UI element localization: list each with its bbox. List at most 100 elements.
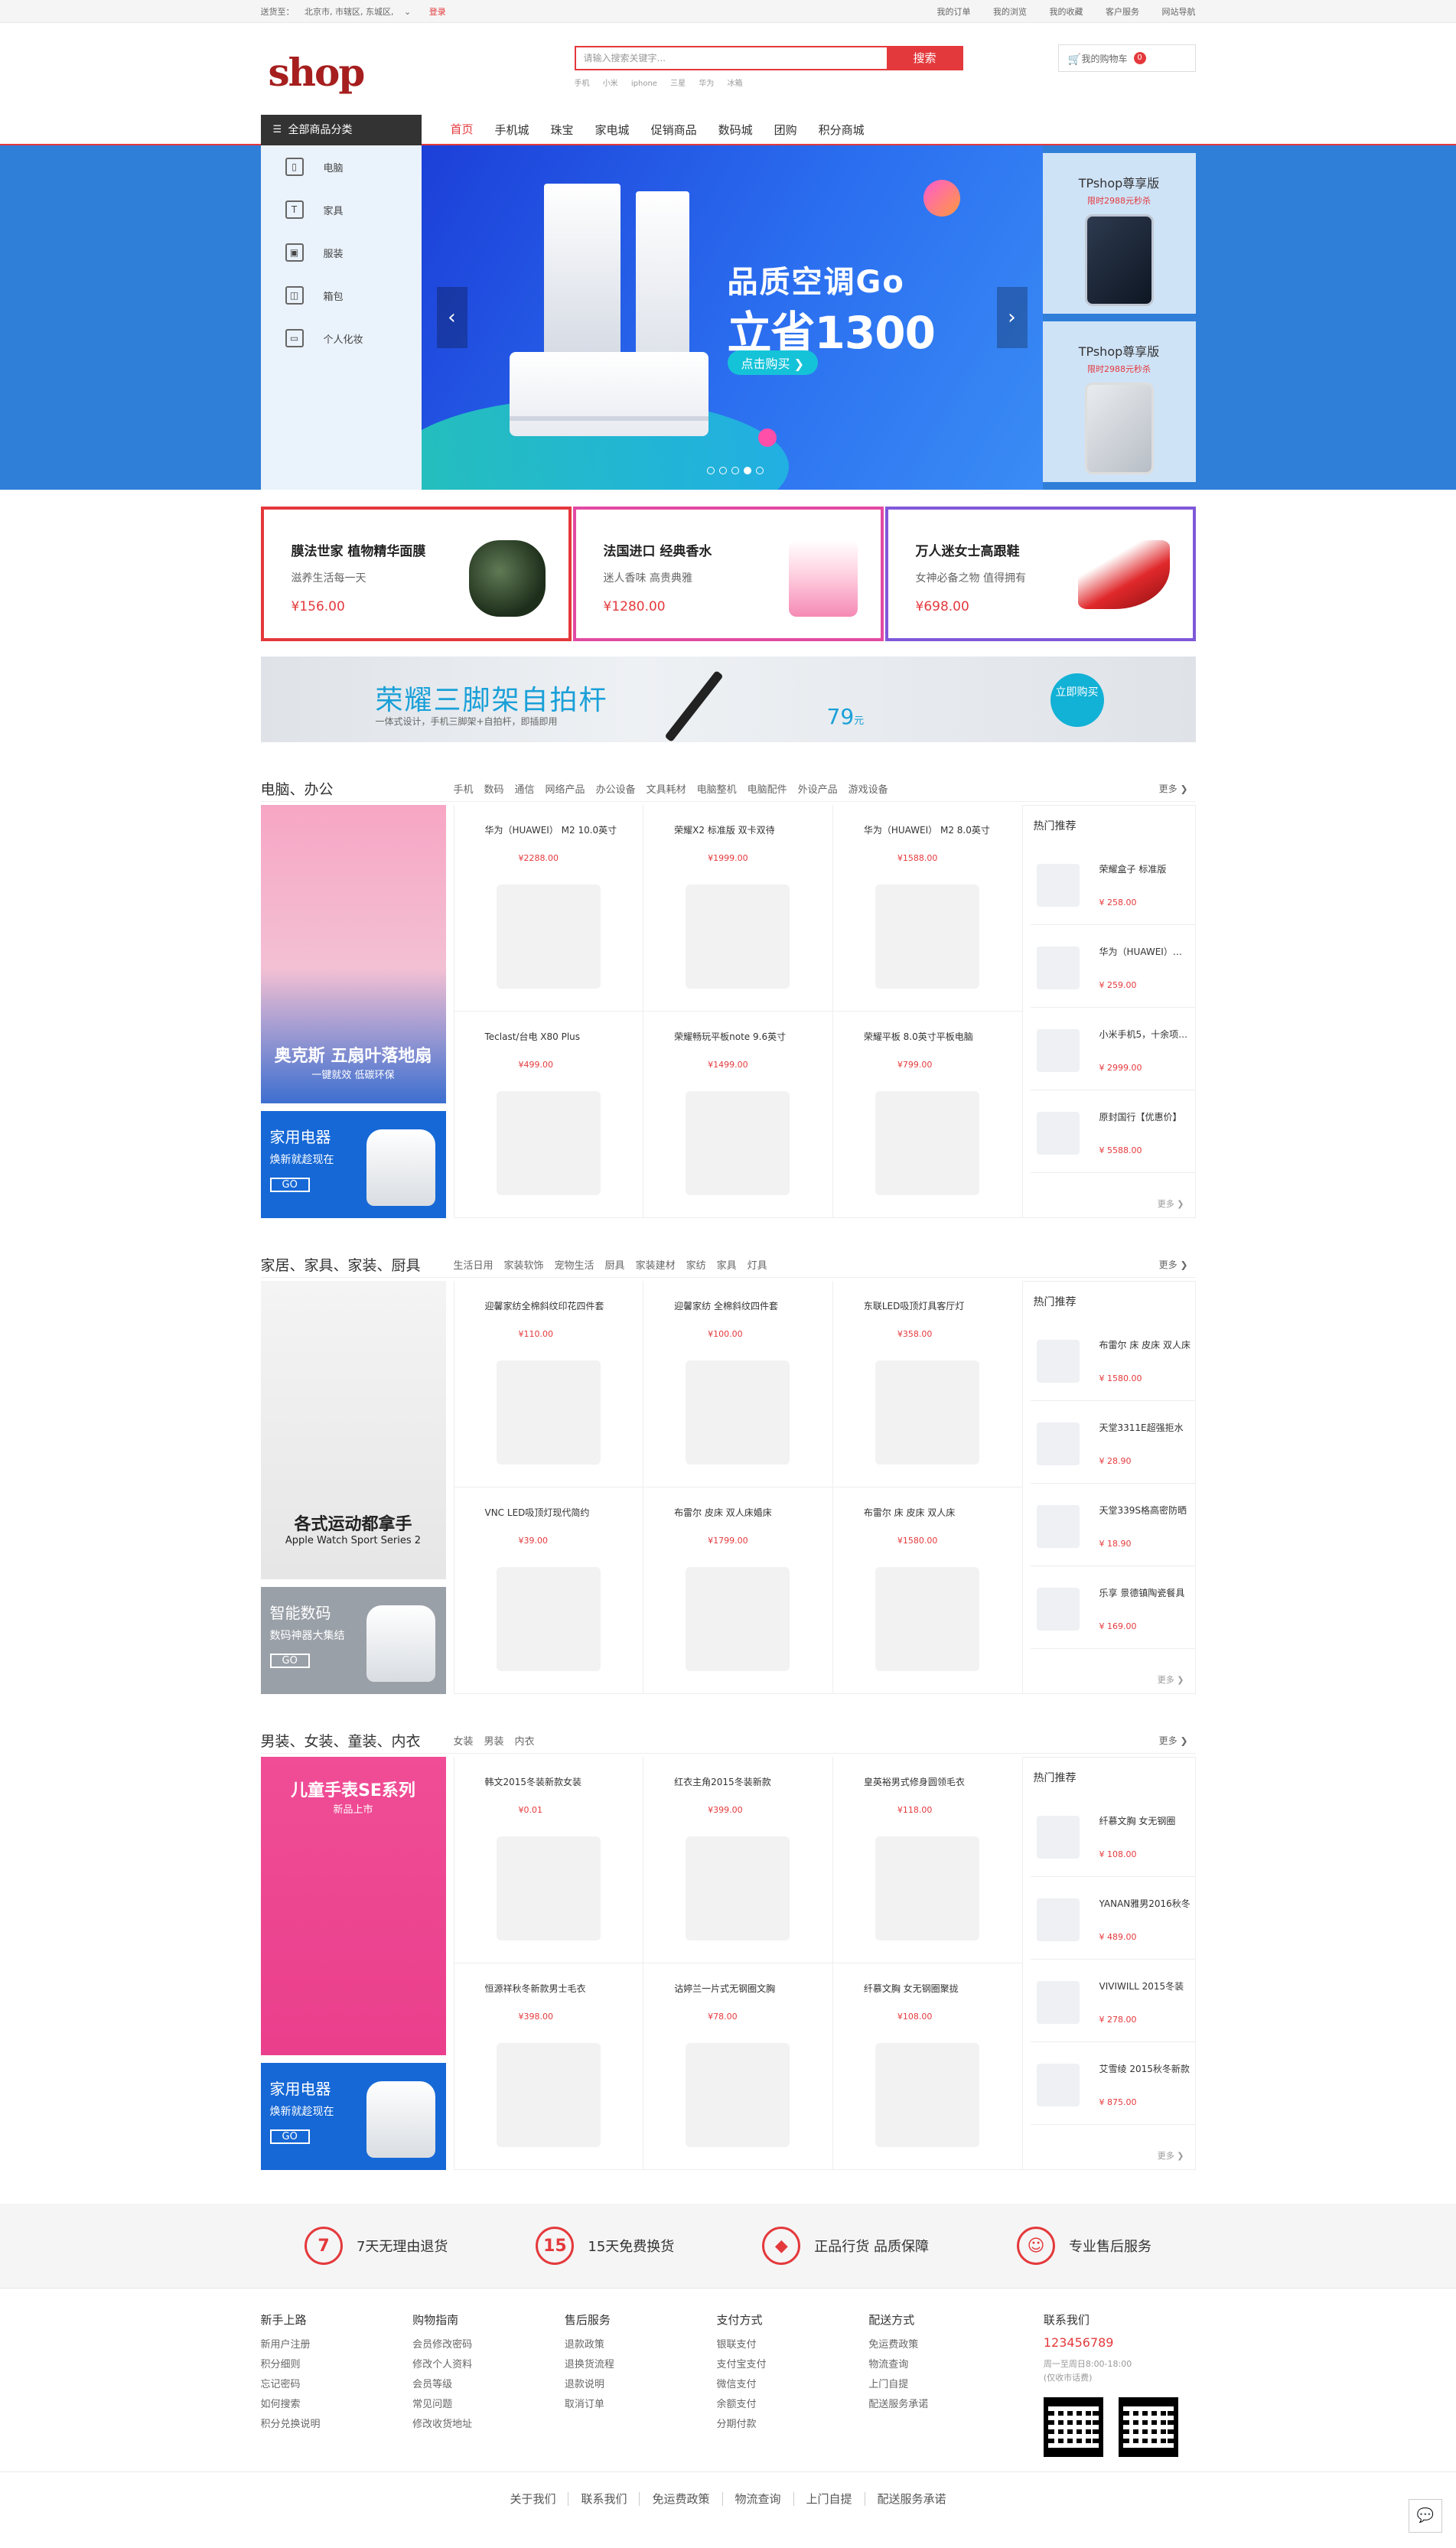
product-card[interactable]: 华为（HUAWEI） M2 10.0英寸 ¥2288.00 <box>454 805 644 1012</box>
sidebar-item-computers[interactable]: ▯ 电脑 <box>261 145 422 188</box>
floor-tab[interactable]: 男装 <box>484 1736 504 1748</box>
footer-link[interactable]: 退款说明 <box>565 2375 717 2395</box>
bottom-link[interactable]: 关于我们 <box>497 2492 569 2506</box>
go-button[interactable]: GO <box>269 1178 310 1192</box>
nav-home[interactable]: 首页 <box>439 115 484 145</box>
site-nav-link[interactable]: 网站导航 <box>1162 7 1196 17</box>
footer-link[interactable]: 配送服务承诺 <box>868 2395 1021 2415</box>
floor-more-link[interactable]: 更多 ❯ <box>1159 1734 1196 1747</box>
product-card[interactable]: 迎馨家纺全棉斜纹印花四件套 ¥110.00 <box>454 1281 644 1487</box>
cart-button[interactable]: 🛒 我的购物车 0 <box>1057 44 1196 72</box>
bottom-link[interactable]: 物流查询 <box>722 2492 794 2506</box>
hot-word[interactable]: 手机 <box>575 80 590 88</box>
floor-feature-ad[interactable]: 儿童手表SE系列 新品上市 <box>260 1757 446 2055</box>
floor-tab[interactable]: 生活日用 <box>454 1260 493 1272</box>
sidebar-item-clothing[interactable]: ▣ 服装 <box>261 231 422 274</box>
product-card[interactable]: 韩文2015冬装新款女装 ¥0.01 <box>454 1757 644 1963</box>
search-input[interactable]: 请输入搜索关键字... <box>574 46 887 70</box>
floor-feature-ad[interactable]: 各式运动都拿手 Apple Watch Sport Series 2 <box>260 1281 446 1579</box>
hot-item[interactable]: 荣耀盒子 标准版 ¥ 258.00 <box>1030 842 1195 925</box>
floor-tab[interactable]: 数码 <box>484 784 504 796</box>
footer-link[interactable]: 修改收货地址 <box>412 2415 565 2435</box>
hot-item[interactable]: VIVIWILL 2015冬装 ¥ 278.00 <box>1030 1960 1195 2042</box>
product-card[interactable]: Teclast/台电 X80 Plus ¥499.00 <box>454 1012 644 1218</box>
my-favorites-link[interactable]: 我的收藏 <box>1050 7 1083 17</box>
footer-link[interactable]: 银联支付 <box>717 2335 869 2355</box>
floor-more-link[interactable]: 更多 ❯ <box>1159 782 1196 795</box>
floor-tab[interactable]: 家具 <box>717 1260 737 1272</box>
slide-dot[interactable] <box>755 467 764 474</box>
slide-dot[interactable] <box>731 467 739 474</box>
product-card[interactable]: 荣耀平板 8.0英寸平板电脑 ¥799.00 <box>832 1012 1023 1218</box>
hot-item[interactable]: 华为（HUAWEI）路由器 ¥ 259.00 <box>1030 925 1195 1008</box>
floor-tab[interactable]: 家装软饰 <box>504 1260 544 1272</box>
floor-tab[interactable]: 女装 <box>454 1736 474 1748</box>
footer-link[interactable]: 退款政策 <box>565 2335 717 2355</box>
product-card[interactable]: 华为（HUAWEI） M2 8.0英寸 ¥1588.00 <box>832 805 1023 1012</box>
floor-tab[interactable]: 外设产品 <box>798 784 838 796</box>
hot-word[interactable]: 三星 <box>670 80 686 88</box>
footer-link[interactable]: 分期付款 <box>717 2415 869 2435</box>
nav-digital-city[interactable]: 数码城 <box>708 115 764 145</box>
footer-link[interactable]: 新用户注册 <box>261 2335 413 2355</box>
product-card[interactable]: 迎馨家纺 全棉斜纹四件套 ¥100.00 <box>643 1281 833 1487</box>
product-card[interactable]: 诂婷兰一片式无钢圈文胸 ¥78.00 <box>643 1963 833 2170</box>
product-card[interactable]: 恒源祥秋冬新款男士毛衣 ¥398.00 <box>454 1963 644 2170</box>
floor-tab[interactable]: 手机 <box>454 784 474 796</box>
hot-item[interactable]: YANAN雅男2016秋冬 ¥ 489.00 <box>1030 1877 1195 1960</box>
product-card[interactable]: 纤慕文胸 女无钢圈聚拢 ¥108.00 <box>832 1963 1023 2170</box>
slide-cta-button[interactable]: 点击购买 ❯ <box>727 350 818 375</box>
footer-link[interactable]: 积分细则 <box>261 2355 413 2375</box>
floor-tab[interactable]: 家装建材 <box>636 1260 676 1272</box>
footer-link[interactable]: 余额支付 <box>717 2395 869 2415</box>
nav-appliance-city[interactable]: 家电城 <box>585 115 640 145</box>
selfie-stick-ad[interactable]: 荣耀三脚架自拍杆 一体式设计，手机三脚架+自拍杆，即插即用 79元 立即购买 <box>260 657 1196 743</box>
hot-more-link[interactable]: 更多 ❯ <box>1158 1673 1184 1686</box>
nav-group-buy[interactable]: 团购 <box>764 115 808 145</box>
shop-logo[interactable]: shop <box>269 54 366 92</box>
chat-icon[interactable]: 💬 <box>1409 2499 1442 2533</box>
hot-word[interactable]: 冰箱 <box>728 80 743 88</box>
hot-item[interactable]: 天堂339S格高密防晒 ¥ 18.90 <box>1030 1484 1195 1566</box>
footer-link[interactable]: 免运费政策 <box>868 2335 1021 2355</box>
floor-small-ad[interactable]: 家用电器 焕新就趁现在 GO <box>260 2063 446 2170</box>
nav-jewelry[interactable]: 珠宝 <box>540 115 585 145</box>
search-button[interactable]: 搜索 <box>886 46 963 70</box>
footer-link[interactable]: 忘记密码 <box>261 2375 413 2395</box>
product-card[interactable]: VNC LED吸顶灯现代简约 ¥39.00 <box>454 1487 644 1694</box>
slide-dot[interactable] <box>706 467 715 474</box>
hot-item[interactable]: 原封国行【优惠价】 ¥ 5588.00 <box>1030 1090 1195 1173</box>
product-card[interactable]: 皇英裕男式修身圆领毛衣 ¥118.00 <box>832 1757 1023 1963</box>
hot-word[interactable]: iphone <box>631 80 657 88</box>
footer-link[interactable]: 物流查询 <box>868 2355 1021 2375</box>
floor-tab[interactable]: 网络产品 <box>546 784 585 796</box>
floor-tab[interactable]: 通信 <box>515 784 535 796</box>
hot-item[interactable]: 艾雪绫 2015秋冬新款 ¥ 875.00 <box>1030 2042 1195 2125</box>
go-button[interactable]: GO <box>269 2129 310 2144</box>
bottom-link[interactable]: 联系我们 <box>568 2492 640 2506</box>
all-categories-button[interactable]: 全部商品分类 <box>260 115 422 145</box>
nav-phone-city[interactable]: 手机城 <box>484 115 540 145</box>
product-card[interactable]: 布雷尔 床 皮床 双人床 ¥1580.00 <box>832 1487 1023 1694</box>
floor-tab[interactable]: 灯具 <box>748 1260 767 1272</box>
bottom-link[interactable]: 上门自提 <box>793 2492 865 2506</box>
hot-item[interactable]: 纤慕文胸 女无钢圈 ¥ 108.00 <box>1030 1794 1195 1877</box>
product-card[interactable]: 东联LED吸顶灯具客厅灯 ¥358.00 <box>832 1281 1023 1487</box>
floor-tab[interactable]: 文具耗材 <box>647 784 686 796</box>
bottom-link[interactable]: 配送服务承诺 <box>865 2492 959 2506</box>
slide-dot[interactable] <box>718 467 727 474</box>
nav-promotions[interactable]: 促销商品 <box>640 115 708 145</box>
footer-link[interactable]: 取消订单 <box>565 2395 717 2415</box>
floor-tab[interactable]: 办公设备 <box>596 784 636 796</box>
floor-feature-ad[interactable]: 奥克斯 五扇叶落地扇 一键就效 低碳环保 <box>260 805 446 1103</box>
promo-card[interactable]: 膜法世家 植物精华面膜 滋养生活每一天 ¥156.00 <box>260 507 572 641</box>
buy-now-button[interactable]: 立即购买 <box>1050 673 1104 727</box>
hot-more-link[interactable]: 更多 ❯ <box>1158 2149 1184 2162</box>
hot-word[interactable]: 小米 <box>603 80 618 88</box>
floor-tab[interactable]: 电脑配件 <box>748 784 787 796</box>
footer-link[interactable]: 积分兑换说明 <box>261 2415 413 2435</box>
location-selector[interactable]: 北京市, 市辖区, 东城区, ⌄ <box>305 7 419 17</box>
floor-tab[interactable]: 宠物生活 <box>555 1260 594 1272</box>
sidebar-item-furniture[interactable]: T 家具 <box>261 188 422 231</box>
footer-link[interactable]: 修改个人资料 <box>412 2355 565 2375</box>
